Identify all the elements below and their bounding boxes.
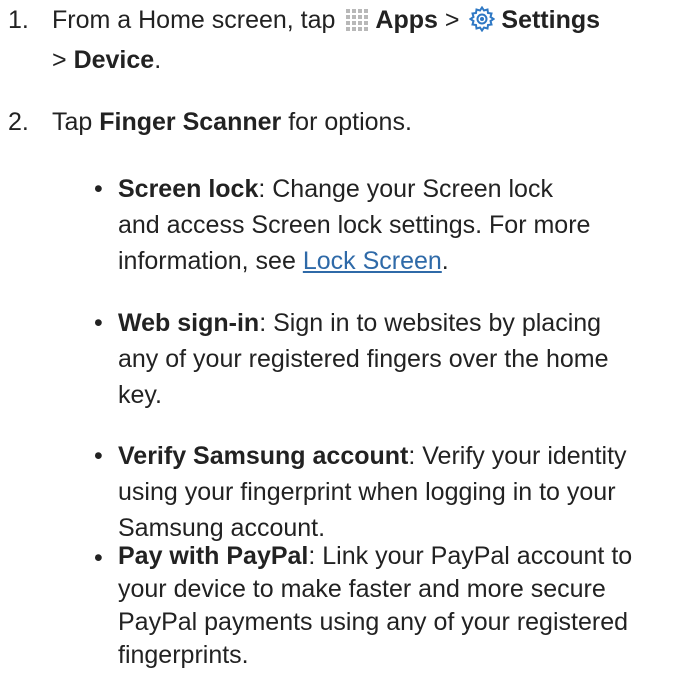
instruction-page: 1. From a Home screen, tap Apps > Settin… bbox=[0, 0, 686, 673]
bullet-dot: • bbox=[94, 544, 103, 572]
bullet-dot: • bbox=[94, 175, 103, 203]
bullet-line: PayPal payments using any of your regist… bbox=[118, 608, 628, 636]
bullet-line: : Link your PayPal account to bbox=[308, 542, 633, 570]
bullet-text: Pay with PayPal: Link your PayPal accoun… bbox=[118, 540, 678, 672]
bullet-line: any of your registered fingers over the … bbox=[118, 345, 609, 373]
bullet-text: Screen lock: Change your Screen lock and… bbox=[118, 171, 678, 279]
separator: > bbox=[444, 6, 460, 34]
bullet-text: Verify Samsung account: Verify your iden… bbox=[118, 438, 678, 546]
step-number: 2. bbox=[8, 108, 29, 136]
separator: > bbox=[52, 46, 67, 74]
step-1-intro: From a Home screen, tap bbox=[52, 6, 336, 34]
bullet-line: fingerprints. bbox=[118, 641, 249, 669]
finger-scanner-label: Finger Scanner bbox=[99, 108, 282, 136]
step-text: Tap Finger Scanner for options. bbox=[52, 104, 682, 140]
step-2-outro: for options. bbox=[288, 108, 412, 136]
apps-grid-icon bbox=[345, 6, 369, 42]
bullet-line: your device to make faster and more secu… bbox=[118, 575, 606, 603]
bullet-line: and access Screen lock settings. For mor… bbox=[118, 211, 591, 239]
settings-gear-icon bbox=[469, 5, 496, 42]
bullet-title: Pay with PayPal bbox=[118, 542, 309, 570]
bullet-title: Screen lock bbox=[118, 175, 259, 203]
device-label: Device bbox=[73, 46, 155, 74]
bullet-line: : Sign in to websites by placing bbox=[259, 309, 602, 337]
period: . bbox=[441, 247, 449, 275]
bullet-line: : Change your Screen lock bbox=[258, 175, 553, 203]
step-text: From a Home screen, tap Apps > Settings … bbox=[52, 2, 682, 78]
step-2-intro: Tap bbox=[52, 108, 93, 136]
lock-screen-link[interactable]: Lock Screen bbox=[303, 247, 442, 275]
bullet-title: Verify Samsung account bbox=[118, 442, 409, 470]
bullet-dot: • bbox=[94, 309, 103, 337]
bullet-title: Web sign-in bbox=[118, 309, 260, 337]
settings-label: Settings bbox=[501, 6, 601, 34]
bullet-line: using your fingerprint when logging in t… bbox=[118, 478, 616, 506]
step-number: 1. bbox=[8, 6, 29, 34]
bullet-dot: • bbox=[94, 442, 103, 470]
bullet-line: information, see bbox=[118, 247, 296, 275]
period: . bbox=[154, 46, 162, 74]
bullet-line: : Verify your identity bbox=[408, 442, 627, 470]
apps-label: Apps bbox=[375, 6, 438, 34]
bullet-text: Web sign-in: Sign in to websites by plac… bbox=[118, 305, 678, 413]
bullet-line: key. bbox=[118, 381, 162, 409]
